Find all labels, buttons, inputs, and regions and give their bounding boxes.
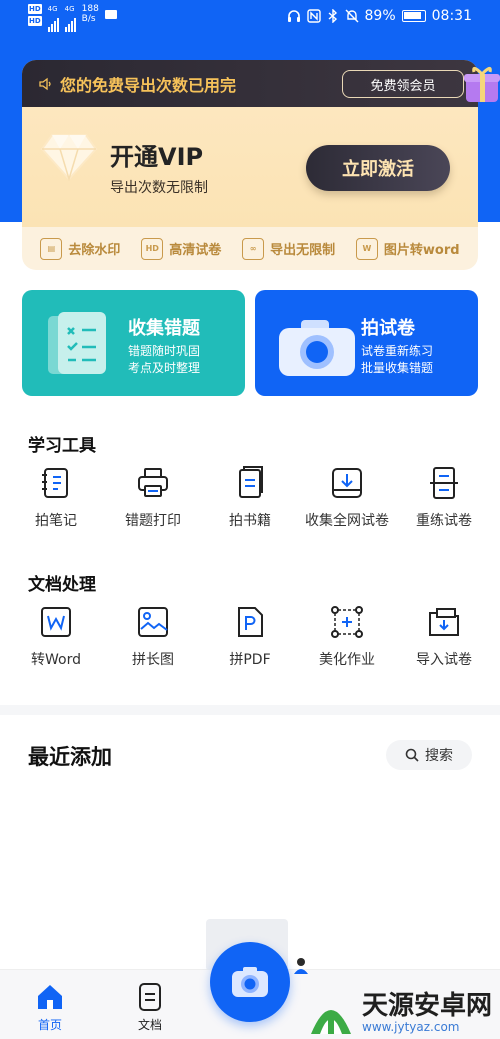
crop-frame-icon: [331, 606, 363, 638]
notebook-icon: [42, 468, 68, 498]
network-speed: 188 B/s: [81, 4, 99, 24]
doc-tools-row: 转Word 拼长图 拼PDF 美化作业 导入试卷: [8, 605, 492, 669]
watermark-url: www.jytyaz.com: [362, 1020, 460, 1034]
vip-card: 您的免费导出次数已用完 免费领会员 开通VIP 导出次数无限制 立即激活 ▤ 去…: [22, 60, 478, 270]
clock: 08:31: [431, 8, 472, 24]
speaker-icon: [39, 77, 51, 90]
book-icon: [239, 466, 263, 498]
nav-documents[interactable]: 文档: [120, 982, 180, 1033]
tool-print-mistakes[interactable]: 错题打印: [105, 466, 201, 530]
feature-desc: 错题随时巩固: [128, 344, 201, 358]
tool-import-papers[interactable]: 导入试卷: [396, 605, 492, 669]
vip-notice-bar: 您的免费导出次数已用完 免费领会员: [22, 60, 478, 107]
tool-retry-papers[interactable]: 重练试卷: [396, 466, 492, 530]
photo-paper-card[interactable]: 拍试卷 试卷重新练习 批量收集错题: [255, 290, 478, 396]
study-tools-row: 拍笔记 错题打印 拍书籍 收集全网试卷 重练试卷: [8, 466, 492, 530]
watermark-logo: [311, 1010, 351, 1034]
search-label: 搜索: [425, 748, 453, 764]
infinity-export-icon: ∞: [242, 237, 265, 260]
signal-icon: 4G: [47, 4, 59, 32]
sim-icon: [104, 10, 117, 19]
vip-title: 开通VIP: [110, 143, 204, 171]
tool-to-word[interactable]: 转Word: [8, 605, 104, 669]
tool-merge-pdf[interactable]: 拼PDF: [202, 605, 298, 669]
headphones-icon: [287, 10, 300, 22]
mistake-book-icon: [48, 312, 106, 374]
hd-icon: HD: [141, 237, 164, 260]
camera-icon: [232, 967, 268, 997]
avatar-icon: [294, 958, 308, 974]
search-icon: [405, 748, 419, 762]
feature-desc: 批量收集错题: [361, 361, 434, 375]
hd-badge: HD: [28, 16, 42, 26]
recent-title: 最近添加: [28, 745, 112, 769]
activate-button[interactable]: 立即激活: [306, 145, 450, 191]
signal-icon: 4G: [64, 4, 76, 32]
document-icon: [139, 983, 161, 1011]
battery-icon: [401, 10, 426, 22]
nav-home[interactable]: 首页: [20, 982, 80, 1033]
tool-beautify-homework[interactable]: 美化作业: [299, 605, 395, 669]
perk-hd-paper: HD 高清试卷: [141, 237, 221, 260]
pdf-icon: [238, 607, 263, 637]
gift-icon: [464, 67, 500, 102]
scan-document-icon: [430, 467, 458, 499]
perk-remove-watermark: ▤ 去除水印: [40, 237, 120, 260]
status-bar: HD HD 4G 4G 188 B/s 89% 08:31: [0, 0, 500, 36]
mute-bell-icon: [345, 9, 359, 23]
feature-desc: 考点及时整理: [128, 361, 201, 375]
bluetooth-icon: [328, 9, 337, 23]
tool-photo-books[interactable]: 拍书籍: [202, 466, 298, 530]
printer-icon: [138, 468, 168, 497]
diamond-icon: [40, 134, 98, 181]
home-icon: [38, 985, 62, 1009]
tool-photo-notes[interactable]: 拍笔记: [8, 466, 104, 530]
camera-fab[interactable]: [210, 942, 290, 1022]
stamp-icon: ▤: [40, 237, 63, 260]
word-doc-icon: [41, 607, 71, 637]
battery-percent: 89%: [364, 8, 396, 24]
search-button[interactable]: 搜索: [386, 740, 472, 770]
tool-collect-papers[interactable]: 收集全网试卷: [299, 466, 395, 530]
vip-notice-text: 您的免费导出次数已用完: [60, 75, 237, 95]
watermark: 天源安卓网 www.jytyaz.com: [306, 990, 492, 1036]
camera-icon: [279, 320, 355, 376]
nfc-icon: [306, 9, 321, 23]
vip-subtitle: 导出次数无限制: [110, 180, 208, 196]
collect-mistakes-card[interactable]: 收集错题 错题随时巩固 考点及时整理: [22, 290, 245, 396]
feature-title: 拍试卷: [361, 318, 415, 339]
perk-image-to-word: W 图片转word: [355, 237, 460, 260]
vip-offer: 开通VIP 导出次数无限制 立即激活: [22, 107, 478, 227]
download-tray-icon: [332, 468, 362, 498]
tool-long-image[interactable]: 拼长图: [105, 605, 201, 669]
hd-badge: HD: [28, 4, 42, 14]
section-divider: [0, 705, 500, 715]
image-icon: [138, 607, 168, 637]
feature-title: 收集错题: [128, 318, 200, 339]
free-vip-button[interactable]: 免费领会员: [342, 70, 464, 98]
doc-tools-title: 文档处理: [28, 575, 96, 595]
feature-desc: 试卷重新练习: [361, 344, 434, 358]
folder-import-icon: [429, 608, 459, 636]
perk-unlimited-export: ∞ 导出无限制: [242, 237, 335, 260]
study-tools-title: 学习工具: [28, 436, 96, 456]
vip-perks: ▤ 去除水印 HD 高清试卷 ∞ 导出无限制 W 图片转word: [22, 227, 478, 270]
watermark-name: 天源安卓网: [362, 991, 493, 1021]
word-icon: W: [355, 237, 378, 260]
